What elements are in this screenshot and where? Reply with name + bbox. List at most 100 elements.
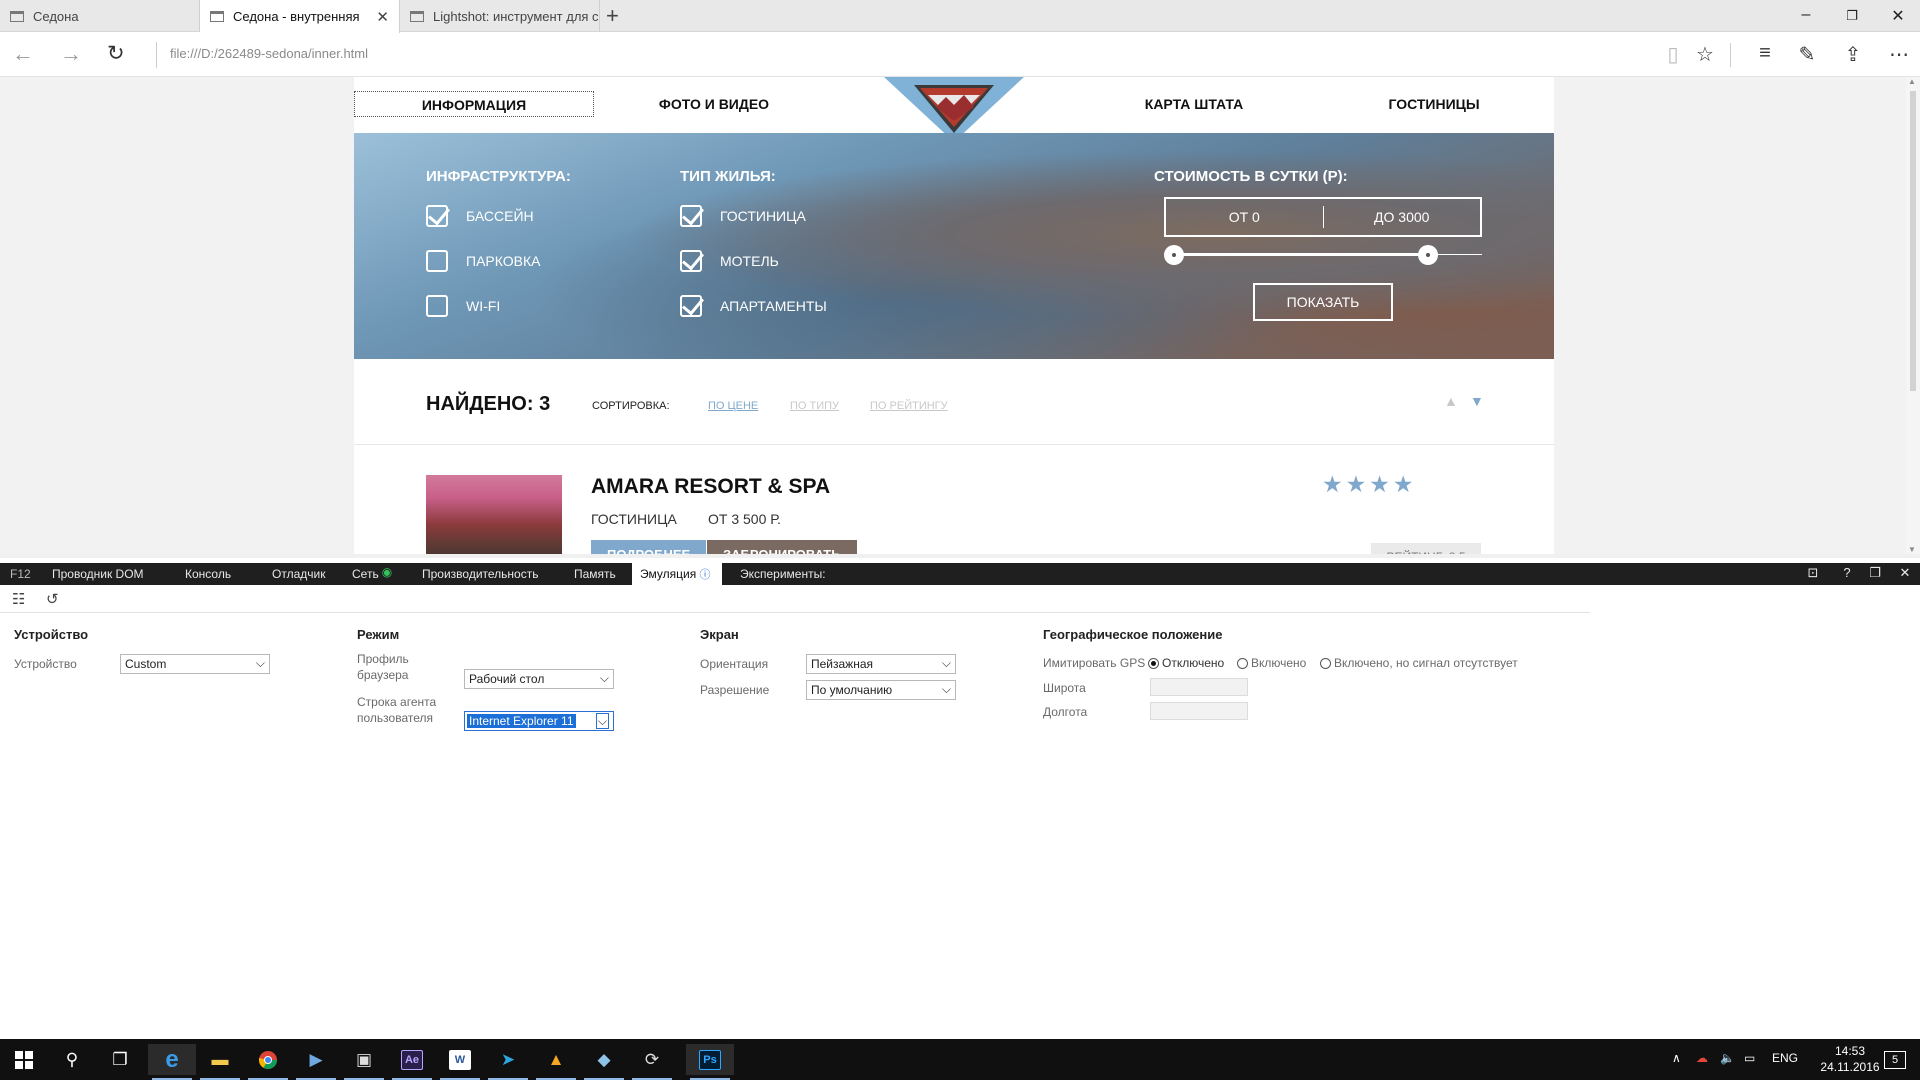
sort-by-rating[interactable]: ПО РЕЙТИНГУ <box>870 400 948 412</box>
checkbox-icon[interactable] <box>680 295 702 317</box>
nav-state-map[interactable]: КАРТА ШТАТА <box>1074 91 1314 117</box>
tab-memory[interactable]: Память <box>574 563 616 585</box>
tab-lightshot[interactable]: Lightshot: инструмент для с <box>400 0 600 32</box>
resolution-select[interactable]: По умолчанию ⌵ <box>806 680 956 700</box>
address-bar: ← → ↻ file:///D:/262489-sedona/inner.htm… <box>0 33 1920 77</box>
task-view-icon[interactable]: ❐ <box>96 1044 144 1075</box>
reset-icon[interactable]: ↺ <box>46 590 59 608</box>
console-toggle-icon[interactable]: ⊡ <box>1804 565 1822 581</box>
help-icon[interactable]: ? <box>1838 565 1856 580</box>
device-select[interactable]: Custom ⌵ <box>120 654 270 674</box>
settings-icon[interactable]: ☷ <box>12 590 25 608</box>
favorite-star-icon[interactable]: ☆ <box>1692 42 1718 67</box>
aimp-icon[interactable]: ▲ <box>532 1044 580 1080</box>
telegram-icon[interactable]: ➤ <box>484 1044 532 1080</box>
tab-console[interactable]: Консоль <box>185 563 231 585</box>
checkbox-pool[interactable]: БАССЕЙН <box>426 205 534 227</box>
checkbox-motel[interactable]: МОТЕЛЬ <box>680 250 779 272</box>
scroll-thumb[interactable] <box>1910 91 1916 391</box>
nav-info[interactable]: ИНФОРМАЦИЯ <box>354 91 594 117</box>
network-alert-icon[interactable]: ☁ <box>1696 1051 1708 1065</box>
web-note-icon[interactable]: ✎ <box>1794 42 1820 67</box>
undock-icon[interactable]: ❐ <box>1866 565 1884 581</box>
show-button[interactable]: ПОКАЗАТЬ <box>1253 283 1393 321</box>
tab-debugger[interactable]: Отладчик <box>272 563 325 585</box>
orientation-select[interactable]: Пейзажная ⌵ <box>806 654 956 674</box>
back-icon[interactable]: ← <box>12 41 34 67</box>
price-to-input[interactable]: ДО 3000 <box>1324 209 1481 225</box>
sort-by-type[interactable]: ПО ТИПУ <box>790 400 839 412</box>
sort-asc-icon[interactable]: ▲ <box>1444 393 1458 409</box>
more-icon[interactable]: ⋯ <box>1886 42 1912 67</box>
devtools-splitter[interactable] <box>0 554 1920 558</box>
latitude-input[interactable] <box>1150 678 1248 696</box>
restore-icon[interactable]: ❐ <box>1842 8 1862 24</box>
close-window-icon[interactable]: ✕ <box>1888 6 1908 26</box>
checkbox-icon[interactable] <box>426 250 448 272</box>
photoshop-icon[interactable]: Ps <box>686 1044 734 1080</box>
nav-photo-video[interactable]: ФОТО И ВИДЕО <box>594 91 834 117</box>
chevron-down-icon: ⌵ <box>595 713 609 729</box>
url-field[interactable]: file:///D:/262489-sedona/inner.html <box>170 46 368 61</box>
browser-profile-select[interactable]: Рабочий стол ⌵ <box>464 669 614 689</box>
checkbox-wifi[interactable]: WI-FI <box>426 295 500 317</box>
volume-icon[interactable]: 🔈 <box>1720 1051 1735 1065</box>
checkbox-parking[interactable]: ПАРКОВКА <box>426 250 540 272</box>
chrome-icon[interactable] <box>244 1044 292 1080</box>
page-scrollbar[interactable]: ▲ ▼ <box>1906 77 1920 554</box>
gps-no-signal-radio[interactable]: Включено, но сигнал отсутствует <box>1320 656 1518 670</box>
checkbox-icon[interactable] <box>426 295 448 317</box>
checkbox-icon[interactable] <box>680 250 702 272</box>
share-icon[interactable]: ⇪ <box>1840 42 1866 67</box>
close-devtools-icon[interactable]: ✕ <box>1896 565 1914 581</box>
edge-icon[interactable]: e <box>148 1044 196 1080</box>
tab-sedona-inner[interactable]: Седона - внутренняя ✕ <box>200 0 400 33</box>
new-tab-icon[interactable]: + <box>606 3 619 29</box>
refresh-icon[interactable]: ↻ <box>107 41 125 66</box>
tab-dom-explorer[interactable]: Проводник DOM <box>52 563 144 585</box>
sort-by-price[interactable]: ПО ЦЕНЕ <box>708 400 758 412</box>
checkbox-icon[interactable] <box>680 205 702 227</box>
notes-icon[interactable]: ◆ <box>580 1044 628 1080</box>
film-icon[interactable]: ▣ <box>340 1044 388 1080</box>
gps-on-radio[interactable]: Включено <box>1237 656 1306 670</box>
longitude-input[interactable] <box>1150 702 1248 720</box>
search-icon[interactable]: ⚲ <box>48 1044 96 1075</box>
after-effects-icon[interactable]: Ae <box>388 1044 436 1080</box>
scroll-down-icon[interactable]: ▼ <box>1908 545 1916 554</box>
clock[interactable]: 14:53 24.11.2016 <box>1812 1043 1888 1075</box>
hub-icon[interactable]: ≡ <box>1752 42 1778 65</box>
tab-sedona[interactable]: Седона <box>0 0 200 32</box>
start-icon[interactable] <box>0 1044 48 1075</box>
forward-icon[interactable]: → <box>60 41 82 67</box>
tab-network[interactable]: Сеть <box>352 563 379 585</box>
notifications-icon[interactable]: 5 <box>1884 1051 1906 1069</box>
display-icon[interactable]: ▭ <box>1744 1051 1755 1065</box>
scroll-up-icon[interactable]: ▲ <box>1908 77 1916 86</box>
tray-expand-icon[interactable]: ∧ <box>1672 1051 1681 1065</box>
price-from-input[interactable]: ОТ 0 <box>1166 209 1323 225</box>
checkbox-icon[interactable] <box>426 205 448 227</box>
sort-desc-icon[interactable]: ▼ <box>1470 393 1484 409</box>
price-slider-max-handle[interactable] <box>1418 245 1438 265</box>
tab-emulation[interactable]: Эмуляция ⓘ <box>632 563 722 585</box>
tab-experiments[interactable]: Эксперименты: <box>740 563 826 585</box>
gps-off-radio[interactable]: Отключено <box>1148 656 1224 670</box>
close-tab-icon[interactable]: ✕ <box>376 8 389 26</box>
user-agent-select[interactable]: Internet Explorer 11 ⌵ <box>464 711 614 731</box>
checkbox-hotel[interactable]: ГОСТИНИЦА <box>680 205 806 227</box>
book-button[interactable]: ЗАБРОНИРОВАТЬ <box>707 540 857 554</box>
checkbox-apartments[interactable]: АПАРТАМЕНТЫ <box>680 295 827 317</box>
update-icon[interactable]: ⟳ <box>628 1044 676 1080</box>
reading-view-icon[interactable]: ▯ <box>1660 42 1686 67</box>
media-player-icon[interactable]: ▶ <box>292 1044 340 1080</box>
file-explorer-icon[interactable]: ▬ <box>196 1044 244 1080</box>
emulation-toolbar: ☷ ↺ <box>0 585 1590 613</box>
price-slider-min-handle[interactable] <box>1164 245 1184 265</box>
language-indicator[interactable]: ENG <box>1772 1051 1798 1065</box>
nav-hotels[interactable]: ГОСТИНИЦЫ <box>1314 91 1554 117</box>
word-icon[interactable]: W <box>436 1044 484 1080</box>
more-button[interactable]: ПОДРОБНЕЕ <box>591 540 707 554</box>
minimize-icon[interactable]: – <box>1796 6 1816 24</box>
tab-performance[interactable]: Производительность <box>422 563 538 585</box>
